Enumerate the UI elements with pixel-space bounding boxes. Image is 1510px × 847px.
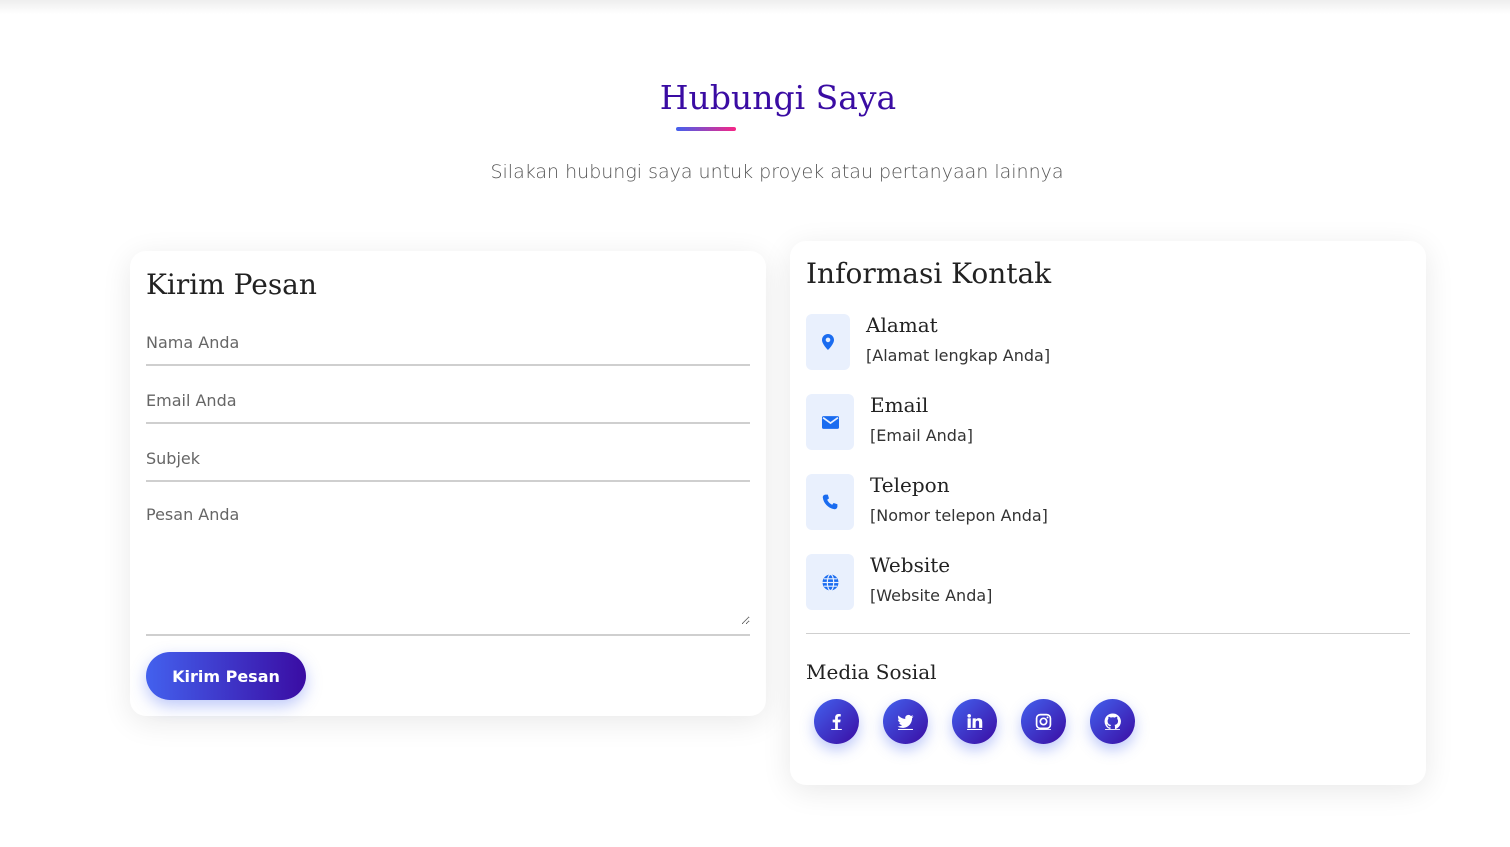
github-icon xyxy=(1104,713,1121,730)
contact-item-title: Telepon xyxy=(870,473,950,497)
linkedin-link[interactable] xyxy=(952,699,997,744)
subject-field-wrapper xyxy=(146,447,750,482)
email-input[interactable] xyxy=(146,389,750,411)
form-title: Kirim Pesan xyxy=(146,268,317,301)
name-field-wrapper xyxy=(146,331,750,366)
contact-item-website: Website [Website Anda] xyxy=(806,553,1406,610)
contact-item-value: [Alamat lengkap Anda] xyxy=(866,346,1051,365)
contact-form-card: Kirim Pesan Kirim Pesan xyxy=(130,251,766,716)
contact-item-title: Email xyxy=(870,393,929,417)
facebook-link[interactable] xyxy=(814,699,859,744)
linkedin-icon xyxy=(967,713,983,730)
info-title: Informasi Kontak xyxy=(806,257,1052,290)
envelope-icon xyxy=(806,394,854,450)
title-underline xyxy=(676,127,736,131)
section-subtitle: Silakan hubungi saya untuk proyek atau p… xyxy=(490,161,1064,183)
name-input[interactable] xyxy=(146,331,750,353)
social-title: Media Sosial xyxy=(806,660,937,684)
contact-item-address: Alamat [Alamat lengkap Anda] xyxy=(806,313,1406,370)
twitter-icon xyxy=(897,714,914,730)
contact-item-title: Website xyxy=(870,553,951,577)
contact-item-value: [Website Anda] xyxy=(870,586,993,605)
message-textarea[interactable] xyxy=(146,505,750,625)
instagram-icon xyxy=(1035,713,1052,730)
github-link[interactable] xyxy=(1090,699,1135,744)
globe-icon xyxy=(806,554,854,610)
contact-item-title: Alamat xyxy=(866,313,938,337)
send-message-button[interactable]: Kirim Pesan xyxy=(146,652,306,700)
contact-item-value: [Nomor telepon Anda] xyxy=(870,506,1048,525)
section-title: Hubungi Saya xyxy=(659,78,897,117)
email-field-wrapper xyxy=(146,389,750,424)
contact-item-phone: Telepon [Nomor telepon Anda] xyxy=(806,473,1406,530)
subject-input[interactable] xyxy=(146,447,750,469)
map-marker-icon xyxy=(806,314,850,370)
message-field-wrapper xyxy=(146,505,750,636)
instagram-link[interactable] xyxy=(1021,699,1066,744)
contact-info-card: Informasi Kontak Alamat [Alamat lengkap … xyxy=(790,241,1426,785)
phone-icon xyxy=(806,474,854,530)
contact-item-value: [Email Anda] xyxy=(870,426,974,445)
navbar-shadow xyxy=(0,0,1510,14)
contact-item-email: Email [Email Anda] xyxy=(806,393,1406,450)
facebook-icon xyxy=(831,713,842,730)
twitter-link[interactable] xyxy=(883,699,928,744)
info-divider xyxy=(806,633,1410,634)
